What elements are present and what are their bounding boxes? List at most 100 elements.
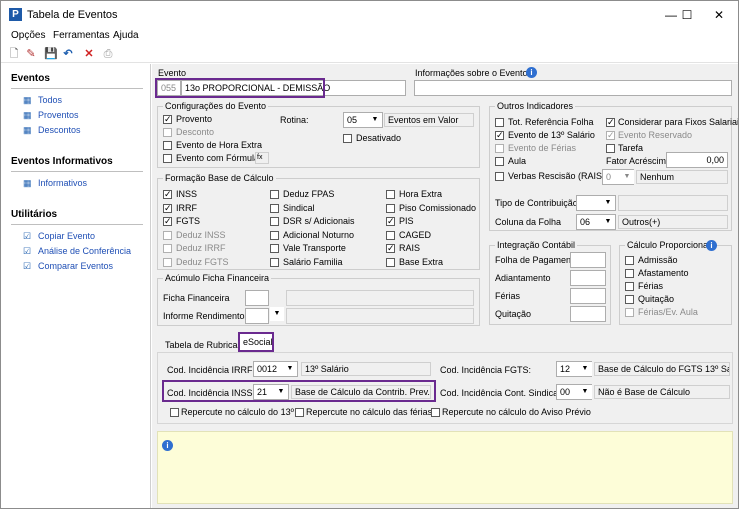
formacao-checkbox[interactable]: ✓ <box>163 190 172 199</box>
formacao-checkbox[interactable]: ✓ <box>386 217 395 226</box>
formacao-checkbox[interactable] <box>163 244 172 253</box>
verbas-checkbox[interactable] <box>495 172 504 181</box>
info-icon: i <box>162 440 173 451</box>
formacao-checkbox[interactable] <box>270 244 279 253</box>
formacao-label: PIS <box>399 216 414 226</box>
formacao-checkbox[interactable]: ✓ <box>163 217 172 226</box>
provento-checkbox[interactable]: ✓ <box>163 115 172 124</box>
chevron-down-icon[interactable]: ▼ <box>578 362 592 376</box>
print-icon[interactable]: ⎙ <box>101 47 115 61</box>
afastamento-checkbox[interactable] <box>625 269 634 278</box>
info-evento-field[interactable] <box>414 80 732 96</box>
chevron-down-icon[interactable]: ▼ <box>368 113 382 127</box>
info-icon[interactable]: i <box>706 240 717 251</box>
chevron-down-icon[interactable]: ▼ <box>601 196 615 210</box>
save-icon[interactable]: 💾 <box>44 47 58 61</box>
provento-label: Provento <box>176 114 213 124</box>
considerar-label: Considerar para Fixos Salariais <box>618 117 739 127</box>
formacao-checkbox[interactable] <box>386 190 395 199</box>
tab-esocial[interactable]: eSocial <box>238 332 274 352</box>
rep13-checkbox[interactable] <box>170 408 179 417</box>
menu-opcoes[interactable]: Opções <box>11 30 45 41</box>
window-title: Tabela de Eventos <box>27 9 118 21</box>
chevron-down-icon[interactable]: ▼ <box>578 385 592 399</box>
notes-area[interactable]: i <box>157 431 733 504</box>
tipo-contrib-label: Tipo de Contribuição <box>495 198 578 208</box>
integracao-label-adiant: Adiantamento <box>495 273 551 283</box>
desativado-label: Desativado <box>356 133 402 143</box>
admissao-checkbox[interactable] <box>625 256 634 265</box>
chevron-down-icon[interactable]: ▼ <box>283 362 297 376</box>
formacao-checkbox[interactable] <box>386 257 395 267</box>
formacao-checkbox[interactable] <box>386 230 395 240</box>
chevron-down-icon[interactable]: ▼ <box>620 170 634 184</box>
formacao-label: Deduz IRRF <box>176 243 226 253</box>
highlight-evento <box>155 78 325 98</box>
formacao-checkbox[interactable]: ✓ <box>163 203 172 213</box>
ficha-select[interactable] <box>245 290 269 306</box>
formacao-checkbox[interactable] <box>270 203 279 213</box>
new-icon[interactable]: 🗋 <box>7 47 21 61</box>
menu-ferramentas[interactable]: Ferramentas <box>53 30 110 41</box>
hora-extra-checkbox[interactable] <box>163 141 172 150</box>
formacao-label: Deduz FGTS <box>176 256 229 267</box>
ferias-checkbox[interactable] <box>625 282 634 291</box>
delete-icon[interactable]: ✕ <box>82 47 96 61</box>
ev-reservado-checkbox[interactable]: ✓ <box>606 131 615 140</box>
ferias-ev-aula-label: Férias/Ev. Aula <box>638 307 698 317</box>
quitacao-checkbox[interactable] <box>625 295 634 304</box>
fator-field[interactable]: 0,00 <box>666 152 728 168</box>
integracao-quitacao-field[interactable] <box>570 306 606 322</box>
integracao-adiant-field[interactable] <box>570 270 606 286</box>
formacao-label: CAGED <box>399 229 432 240</box>
desativado-checkbox[interactable] <box>343 134 352 143</box>
formacao-checkbox[interactable] <box>386 203 395 213</box>
formacao-label: Piso Comissionado <box>399 202 477 213</box>
formacao-checkbox[interactable] <box>270 230 279 240</box>
sidebar-title-eventos: Eventos <box>11 73 50 84</box>
config-title: Configurações do Evento <box>163 101 269 111</box>
aula-checkbox[interactable] <box>495 157 504 166</box>
formacao-label: FGTS <box>176 216 200 226</box>
admissao-label: Admissão <box>638 255 678 265</box>
aula-label: Aula <box>508 156 527 166</box>
desconto-checkbox[interactable] <box>163 128 172 137</box>
chevron-down-icon[interactable]: ▼ <box>270 307 284 321</box>
informe-label: Informe Rendimentos <box>163 311 250 321</box>
ev13-checkbox[interactable]: ✓ <box>495 131 504 140</box>
sidebar: Eventos ▦ Todos ▦ Proventos ▦ Descontos Eve… <box>1 64 151 508</box>
undo-icon[interactable]: ↶ <box>61 47 75 61</box>
app-logo-icon: P <box>9 8 22 21</box>
considerar-checkbox[interactable]: ✓ <box>606 118 615 127</box>
formacao-checkbox[interactable] <box>163 230 172 240</box>
ferias-ev-aula-checkbox[interactable] <box>625 308 634 317</box>
integracao-ferias-field[interactable] <box>570 288 606 304</box>
close-button[interactable]: ✕ <box>697 1 738 29</box>
informe-select[interactable] <box>245 308 269 324</box>
tab-rubricas[interactable]: Tabela de Rubricas <box>165 340 242 350</box>
rotina-desc: Eventos em Valor <box>384 113 474 127</box>
formula-icon[interactable]: fx <box>255 152 269 164</box>
formula-checkbox[interactable] <box>163 154 172 163</box>
grid-icon: ▦ <box>23 95 32 105</box>
repferias-checkbox[interactable] <box>295 408 304 417</box>
formacao-checkbox[interactable]: ✓ <box>386 244 395 253</box>
fgts-desc: Base de Cálculo do FGTS 13º Salário <box>594 362 730 376</box>
desconto-label: Desconto <box>176 127 215 137</box>
formacao-checkbox[interactable] <box>270 257 279 267</box>
formacao-checkbox[interactable] <box>270 190 279 199</box>
tot-ref-checkbox[interactable] <box>495 118 504 127</box>
calculo-title: Cálculo Proporcional <box>625 240 713 250</box>
info-icon[interactable]: i <box>526 67 537 78</box>
formacao-checkbox[interactable] <box>270 217 279 226</box>
ev-ferias-checkbox[interactable] <box>495 144 504 153</box>
chevron-down-icon[interactable]: ▼ <box>601 215 615 229</box>
menu-ajuda[interactable]: Ajuda <box>113 30 139 41</box>
repaviso-checkbox[interactable] <box>431 408 440 417</box>
integracao-folha-field[interactable] <box>570 252 606 268</box>
check-icon: ☑ <box>23 231 32 241</box>
tarefa-checkbox[interactable] <box>606 144 615 153</box>
edit-icon[interactable]: ✎ <box>24 47 38 61</box>
formacao-checkbox[interactable] <box>163 257 172 267</box>
ev-ferias-label: Evento de Férias <box>508 143 577 153</box>
